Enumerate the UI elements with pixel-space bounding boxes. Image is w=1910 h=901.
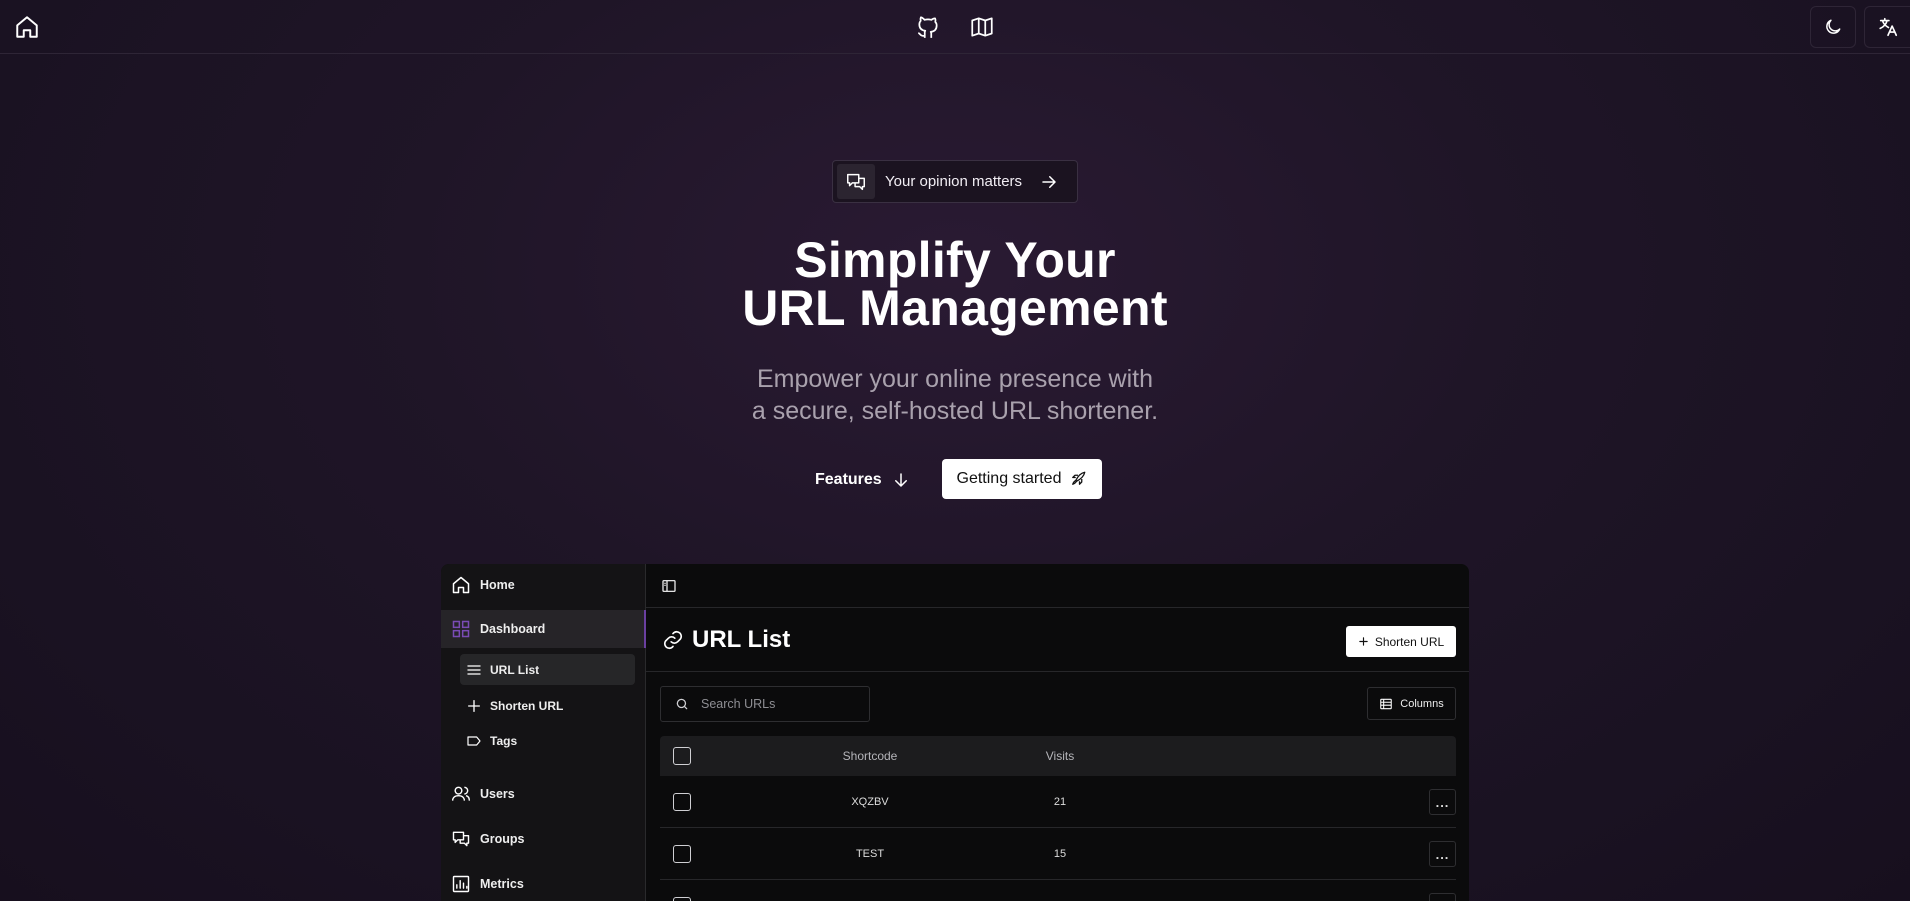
github-icon[interactable] [915,14,941,40]
visits-cell: 21 [1053,796,1067,808]
table-header: Shortcode Visits [660,736,1456,776]
sidebar-toggle-icon[interactable] [661,578,677,594]
hero-title-line-2: URL Management [742,280,1168,336]
sidebar-item-groups[interactable]: Groups [441,820,646,858]
page-title: URL List [662,626,790,654]
language-icon [1877,16,1899,38]
sidebar-item-dashboard[interactable]: Dashboard [441,610,646,648]
sidebar-item-label: Groups [480,832,525,846]
link-icon [662,629,684,651]
hero-title-line-1: Simplify Your [794,232,1116,288]
top-navbar [0,0,1910,54]
sidebar-subitem-label: Shorten URL [490,698,564,713]
sidebar-subitem-label: URL List [490,662,540,677]
feedback-pill[interactable]: Your opinion matters [832,160,1078,203]
arrow-down-icon [892,471,910,489]
shortcode-cell: TEST [855,848,885,860]
columns-icon [1379,697,1393,711]
tag-icon [466,733,482,749]
sidebar-item-users[interactable]: Users [441,775,646,813]
users-icon [451,784,471,804]
app-preview: Home Dashboard URL List Shorten URL Tags [441,564,1469,901]
shorten-url-button-label: Shorten URL [1374,634,1445,649]
hero-subtitle-line-2: a secure, self-hosted URL shortener. [751,397,1159,425]
groups-chat-icon [451,829,471,849]
hero-subtitle-line-1: Empower your online presence with [756,365,1154,393]
sidebar-subitem-shorten-url[interactable]: Shorten URL [460,690,635,721]
arrow-right-icon [1040,173,1058,191]
row-menu-button[interactable]: ... [1429,789,1456,815]
table-row: TEST 15 ... [660,828,1456,880]
shorten-url-button[interactable]: Shorten URL [1346,626,1456,657]
table-row: XQZBV 21 ... [660,776,1456,828]
plus-icon [466,698,482,714]
column-header-visits[interactable]: Visits [1030,749,1090,763]
row-checkbox[interactable] [673,793,691,811]
search-icon [675,697,689,711]
sidebar-item-label: Users [480,787,515,801]
sidebar-item-label: Dashboard [480,622,546,636]
getting-started-label: Getting started [956,470,1062,487]
sidebar-item-label: Home [480,578,515,592]
getting-started-button[interactable]: Getting started [942,459,1102,499]
sidebar-subitem-tags[interactable]: Tags [460,725,635,756]
feedback-pill-label: Your opinion matters [885,173,1023,190]
table-row [660,880,1456,901]
columns-button[interactable]: Columns [1367,687,1456,720]
column-header-shortcode[interactable]: Shortcode [805,749,935,763]
row-menu-button[interactable]: ... [1429,841,1456,867]
language-button[interactable] [1864,6,1910,48]
row-checkbox[interactable] [673,897,691,901]
home-icon [451,575,471,595]
dashboard-grid-icon [451,619,471,639]
sidebar-item-metrics[interactable]: Metrics [441,865,646,901]
main-toolbar [646,564,1469,608]
home-icon[interactable] [14,14,40,40]
plus-icon [1358,636,1369,647]
rocket-icon [1069,470,1087,488]
search-placeholder: Search URLs [701,697,776,711]
columns-button-label: Columns [1400,697,1444,710]
list-icon [466,662,482,678]
theme-toggle-button[interactable] [1810,6,1856,48]
moon-icon [1823,17,1843,37]
main-content: URL List Shorten URL Search URLs Columns [646,564,1469,901]
url-table: Shortcode Visits XQZBV 21 ... TEST 15 ..… [660,736,1456,901]
sidebar-subitem-url-list[interactable]: URL List [460,654,635,685]
docs-icon[interactable] [969,14,995,40]
metrics-chart-icon [451,874,471,894]
visits-cell: 15 [1053,848,1067,860]
page-title-text: URL List [692,626,791,653]
sidebar-subitem-label: Tags [490,733,518,748]
sidebar: Home Dashboard URL List Shorten URL Tags [441,564,646,901]
row-menu-button[interactable] [1429,893,1456,901]
sidebar-item-label: Metrics [480,877,524,891]
row-checkbox[interactable] [673,845,691,863]
search-input[interactable]: Search URLs [660,686,870,722]
features-label: Features [815,471,882,488]
features-button[interactable]: Features [815,460,910,500]
shortcode-cell: XQZBV [851,796,889,808]
select-all-checkbox[interactable] [673,747,691,765]
chat-icon [837,164,875,199]
sidebar-item-home[interactable]: Home [441,566,646,604]
